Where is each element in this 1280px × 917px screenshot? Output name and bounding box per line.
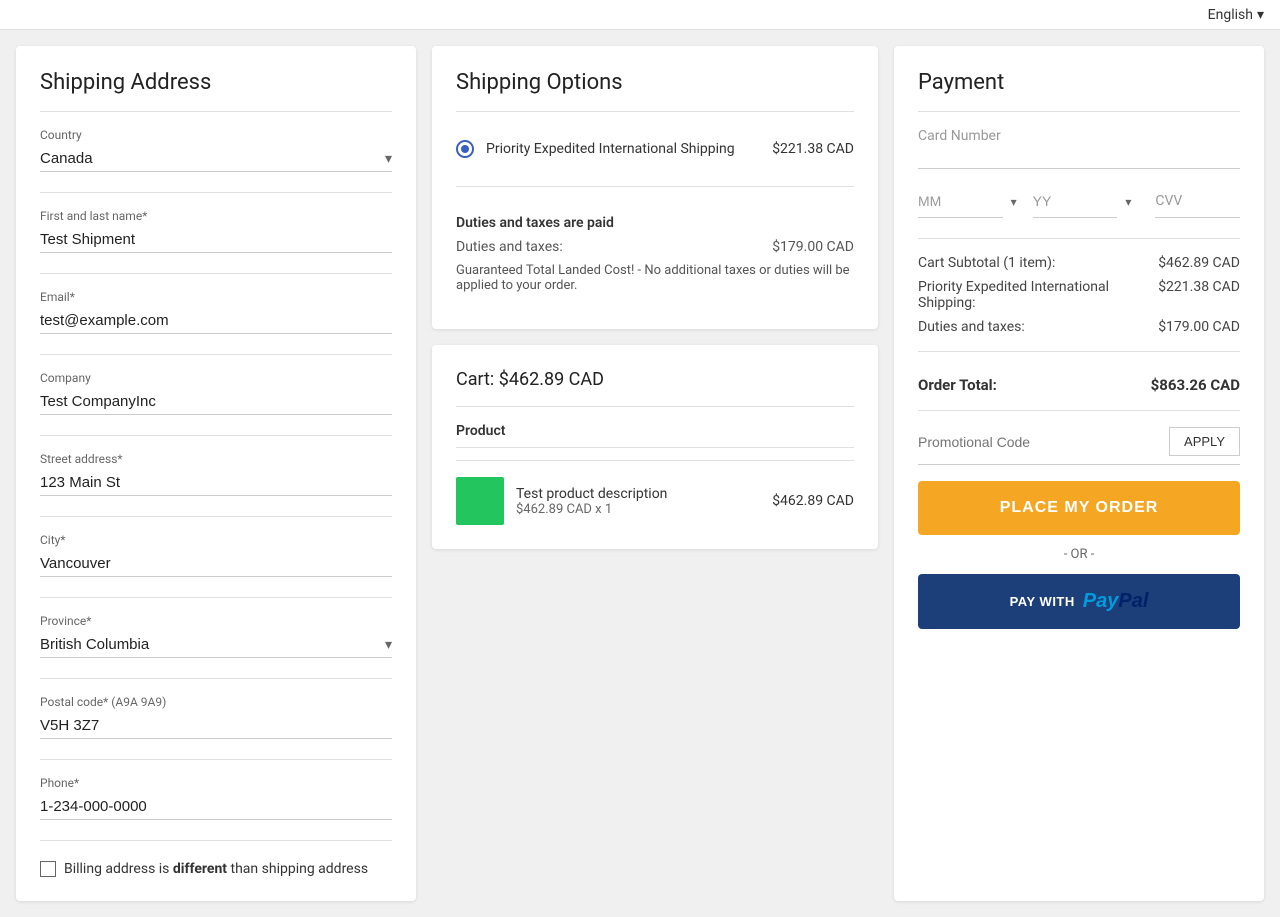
name-input[interactable] <box>40 227 392 253</box>
promo-row: APPLY <box>918 427 1240 465</box>
shipping-option-price: $221.38 CAD <box>772 141 854 157</box>
card-number-label: Card Number <box>918 128 1240 144</box>
cart-title: Cart: $462.89 CAD <box>456 369 854 390</box>
shipping-option-label: Priority Expedited International Shippin… <box>486 141 760 157</box>
duties-box: Duties and taxes are paid Duties and tax… <box>456 203 854 305</box>
province-select[interactable]: British Columbia <box>40 632 392 658</box>
city-field: City* <box>40 533 392 577</box>
shipping-summary-label: Priority Expedited International Shippin… <box>918 279 1111 311</box>
city-input[interactable] <box>40 551 392 577</box>
duties-summary-value: $179.00 CAD <box>1158 319 1240 335</box>
month-chevron-icon: ▾ <box>1011 195 1017 209</box>
street-label: Street address* <box>40 452 392 466</box>
paypal-prefix: PAY WITH <box>1010 594 1075 609</box>
shipping-option-row[interactable]: Priority Expedited International Shippin… <box>456 128 854 170</box>
paypal-logo: PayPal <box>1083 590 1149 613</box>
cvv-field[interactable]: CVV <box>1155 185 1240 218</box>
company-label: Company <box>40 371 392 385</box>
shipping-address-title: Shipping Address <box>40 70 392 95</box>
duties-price: $179.00 CAD <box>772 239 854 255</box>
email-label: Email* <box>40 290 392 304</box>
main-content: Shipping Address Country Canada ▾ First … <box>0 30 1280 917</box>
card-number-field[interactable] <box>918 152 1240 169</box>
cart-label: Cart: <box>456 369 494 390</box>
year-select[interactable]: YY <box>1033 185 1118 218</box>
place-order-button[interactable]: PLACE MY ORDER <box>918 481 1240 535</box>
name-field: First and last name* <box>40 209 392 253</box>
product-qty: $462.89 CAD x 1 <box>516 502 760 517</box>
duties-note: Guaranteed Total Landed Cost! - No addit… <box>456 263 854 293</box>
phone-field: Phone* <box>40 776 392 820</box>
radio-selected-icon[interactable] <box>456 140 474 158</box>
product-price: $462.89 CAD <box>772 493 854 509</box>
month-select[interactable]: MM <box>918 185 1003 218</box>
expiry-row: MM ▾ YY ▾ CVV <box>918 185 1240 218</box>
product-row: Test product description $462.89 CAD x 1… <box>456 477 854 525</box>
phone-label: Phone* <box>40 776 392 790</box>
cart-total: $462.89 CAD <box>499 369 604 390</box>
payment-panel: Payment Card Number MM ▾ YY ▾ CVV Cart S… <box>894 46 1264 901</box>
duties-summary-line: Duties and taxes: $179.00 CAD <box>918 319 1240 335</box>
postal-input[interactable] <box>40 713 392 739</box>
shipping-address-panel: Shipping Address Country Canada ▾ First … <box>16 46 416 901</box>
order-total-value: $863.26 CAD <box>1151 376 1240 394</box>
name-label: First and last name* <box>40 209 392 223</box>
middle-panels: Shipping Options Priority Expedited Inte… <box>432 46 878 901</box>
street-field: Street address* <box>40 452 392 496</box>
shipping-options-panel: Shipping Options Priority Expedited Inte… <box>432 46 878 329</box>
shipping-summary-value: $221.38 CAD <box>1158 279 1240 311</box>
province-label: Province* <box>40 614 392 628</box>
language-label: English <box>1208 7 1253 23</box>
paypal-button[interactable]: PAY WITH PayPal <box>918 574 1240 629</box>
product-name: Test product description <box>516 486 760 502</box>
chevron-down-icon: ▾ <box>1257 7 1264 23</box>
company-input[interactable] <box>40 389 392 415</box>
product-column-header: Product <box>456 423 854 448</box>
apply-button[interactable]: APPLY <box>1169 427 1240 456</box>
province-field: Province* British Columbia ▾ <box>40 614 392 658</box>
promo-input[interactable] <box>918 434 1169 450</box>
city-label: City* <box>40 533 392 547</box>
shipping-summary-line: Priority Expedited International Shippin… <box>918 279 1240 311</box>
duties-line: Duties and taxes: $179.00 CAD <box>456 239 854 255</box>
province-select-wrapper[interactable]: British Columbia ▾ <box>40 632 392 658</box>
postal-field: Postal code* (A9A 9A9) <box>40 695 392 739</box>
billing-bold-text: different <box>173 861 227 877</box>
order-total-line: Order Total: $863.26 CAD <box>918 368 1240 394</box>
duties-title: Duties and taxes are paid <box>456 215 854 231</box>
country-select-wrapper[interactable]: Canada ▾ <box>40 146 392 172</box>
product-thumbnail <box>456 477 504 525</box>
year-chevron-icon: ▾ <box>1125 195 1131 209</box>
shipping-options-title: Shipping Options <box>456 70 854 95</box>
order-total-label: Order Total: <box>918 376 997 394</box>
subtotal-label: Cart Subtotal (1 item): <box>918 255 1055 271</box>
duties-label: Duties and taxes: <box>456 239 563 255</box>
phone-input[interactable] <box>40 794 392 820</box>
billing-address-row: Billing address is different than shippi… <box>40 861 392 877</box>
subtotal-value: $462.89 CAD <box>1158 255 1240 271</box>
street-input[interactable] <box>40 470 392 496</box>
company-field: Company <box>40 371 392 415</box>
payment-title: Payment <box>918 70 1240 95</box>
billing-label: Billing address is different than shippi… <box>64 861 368 877</box>
billing-text1: Billing address is <box>64 861 173 877</box>
language-selector[interactable]: English ▾ <box>1208 7 1264 23</box>
subtotal-line: Cart Subtotal (1 item): $462.89 CAD <box>918 255 1240 271</box>
or-divider: - OR - <box>918 547 1240 562</box>
product-info: Test product description $462.89 CAD x 1 <box>516 486 760 517</box>
radio-inner <box>461 145 469 153</box>
country-field: Country Canada ▾ <box>40 128 392 172</box>
email-input[interactable] <box>40 308 392 334</box>
top-bar: English ▾ <box>0 0 1280 30</box>
country-label: Country <box>40 128 392 142</box>
duties-summary-label: Duties and taxes: <box>918 319 1025 335</box>
country-select[interactable]: Canada <box>40 146 392 172</box>
billing-text2: than shipping address <box>227 861 368 877</box>
billing-checkbox[interactable] <box>40 861 56 877</box>
cart-panel: Cart: $462.89 CAD Product Test product d… <box>432 345 878 549</box>
email-field: Email* <box>40 290 392 334</box>
postal-label: Postal code* (A9A 9A9) <box>40 695 392 709</box>
